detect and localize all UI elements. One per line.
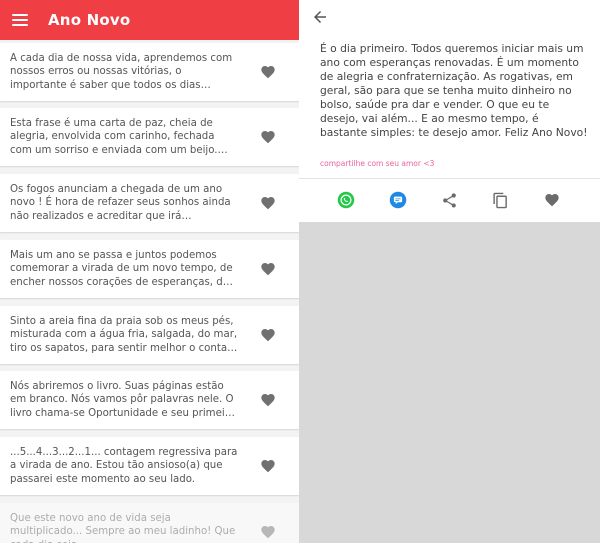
- list-item-text: Sinto a areia fina da praia sob os meus …: [10, 316, 238, 354]
- message-detail-text: É o dia primeiro. Todos queremos iniciar…: [320, 42, 588, 139]
- heart-icon[interactable]: [260, 392, 276, 408]
- list-item[interactable]: Que este novo ano de vida seja multiplic…: [0, 503, 299, 543]
- app-title: Ano Novo: [48, 11, 131, 29]
- app-bar: Ano Novo: [0, 0, 299, 40]
- share-icon[interactable]: [439, 190, 459, 210]
- list-item[interactable]: Nós abriremos o livro. Suas páginas estã…: [0, 371, 299, 429]
- list-item[interactable]: Os fogos anunciam a chegada de um ano no…: [0, 174, 299, 232]
- divider: [299, 178, 600, 179]
- heart-icon[interactable]: [260, 261, 276, 277]
- app-root: Ano Novo A cada dia de nossa vida, apren…: [0, 0, 600, 543]
- list-item-text: Que este novo ano de vida seja multiplic…: [10, 513, 236, 543]
- list-item[interactable]: ...5...4...3...2...1... contagem regress…: [0, 437, 299, 495]
- list-item[interactable]: Mais um ano se passa e juntos podemos co…: [0, 240, 299, 298]
- message-detail-panel: É o dia primeiro. Todos queremos iniciar…: [299, 0, 600, 543]
- message-icon[interactable]: [388, 190, 408, 210]
- heart-icon[interactable]: [260, 129, 276, 145]
- copy-icon[interactable]: [490, 190, 510, 210]
- whatsapp-icon[interactable]: [336, 190, 356, 210]
- list-item[interactable]: Esta frase é uma carta de paz, cheia de …: [0, 108, 299, 166]
- heart-icon[interactable]: [260, 458, 276, 474]
- list-item-text: Os fogos anunciam a chegada de um ano no…: [10, 184, 231, 222]
- list-item-text: Esta frase é uma carta de paz, cheia de …: [10, 118, 218, 156]
- action-bar: [299, 190, 600, 210]
- heart-icon[interactable]: [260, 195, 276, 211]
- message-list-panel: Ano Novo A cada dia de nossa vida, apren…: [0, 0, 299, 543]
- list-item-text: ...5...4...3...2...1... contagem regress…: [10, 447, 238, 485]
- list-item-text: Mais um ano se passa e juntos podemos co…: [10, 250, 233, 288]
- message-detail-card: É o dia primeiro. Todos queremos iniciar…: [299, 0, 600, 222]
- heart-icon[interactable]: [542, 190, 562, 210]
- heart-icon[interactable]: [260, 64, 276, 80]
- menu-icon[interactable]: [12, 14, 28, 26]
- list-item-text: A cada dia de nossa vida, aprendemos com…: [10, 53, 233, 91]
- heart-icon[interactable]: [260, 524, 276, 540]
- list-item-text: Nós abriremos o livro. Suas páginas estã…: [10, 381, 235, 419]
- back-arrow-icon[interactable]: [311, 8, 329, 26]
- share-caption: compartilhe com seu amor <3: [320, 159, 435, 168]
- list-item[interactable]: A cada dia de nossa vida, aprendemos com…: [0, 43, 299, 101]
- list-item[interactable]: Sinto a areia fina da praia sob os meus …: [0, 306, 299, 364]
- heart-icon[interactable]: [260, 327, 276, 343]
